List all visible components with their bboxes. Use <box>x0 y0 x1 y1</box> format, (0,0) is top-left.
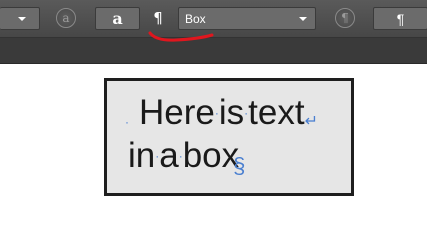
circle-pilcrow-icon: ¶ <box>341 11 349 25</box>
circle-character-style-button[interactable]: a <box>56 8 76 28</box>
left-dropdown-button[interactable] <box>0 7 40 30</box>
word: in <box>128 136 156 175</box>
space-marker: · <box>155 148 160 163</box>
chevron-down-icon <box>18 17 26 21</box>
space-marker: · <box>244 105 249 120</box>
line-break-marker: ↵ <box>304 113 318 130</box>
character-style-button[interactable]: a <box>95 7 140 30</box>
end-of-story-marker: § <box>233 153 246 178</box>
circle-paragraph-button[interactable]: ¶ <box>335 8 355 28</box>
word: Here <box>139 93 215 132</box>
pilcrow-label: ¶ <box>153 9 163 27</box>
text-line-1: Here·is·text↵ <box>139 95 318 130</box>
word: a <box>159 136 179 175</box>
word: is <box>218 93 245 132</box>
paragraph-button-label: ¶ <box>396 10 405 27</box>
paragraph-style-value: Box <box>185 11 206 26</box>
space-marker: · <box>178 148 183 163</box>
space-marker: · <box>214 105 219 120</box>
paragraph-style-icon: ¶ <box>151 8 165 28</box>
red-underline-annotation <box>148 31 214 42</box>
character-style-label: a <box>112 9 123 28</box>
word: text <box>248 93 305 132</box>
chevron-down-icon <box>299 17 307 21</box>
text-line-2: in·a·box§ <box>128 136 251 177</box>
text-frame[interactable]: · Here·is·text↵ in·a·box§ <box>104 78 354 196</box>
space-marker: · <box>125 115 129 129</box>
word: box <box>182 136 240 175</box>
paragraph-button[interactable]: ¶ <box>373 7 427 30</box>
circle-a-icon: a <box>62 11 70 25</box>
